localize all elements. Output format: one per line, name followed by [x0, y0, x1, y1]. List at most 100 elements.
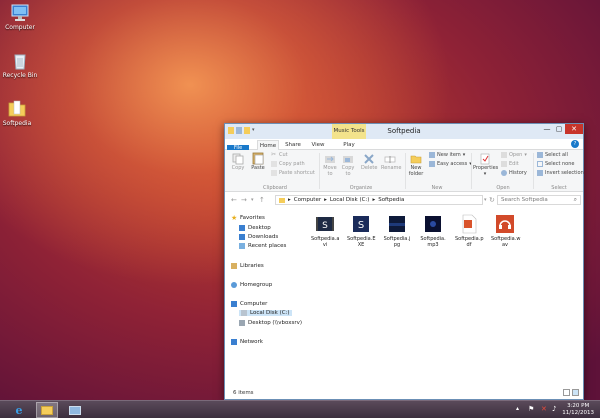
select-all-button[interactable]: Select all	[537, 152, 568, 158]
file-name-ext: mp3	[427, 242, 439, 248]
nav-libraries[interactable]: Libraries	[231, 263, 264, 269]
nav-homegroup[interactable]: Homegroup	[231, 282, 272, 288]
paste-button[interactable]: Paste	[249, 151, 267, 171]
group-clipboard: Clipboard	[263, 185, 287, 191]
cut-button[interactable]: ✂ Cut	[271, 152, 288, 159]
easy-access-icon	[429, 161, 435, 167]
back-arrow-icon[interactable]: ←	[231, 196, 237, 204]
file-item-pdf[interactable]: Softpedia.p df	[455, 214, 484, 248]
move-to-button[interactable]: Move to	[323, 153, 337, 177]
maximize-button[interactable]: ▢	[553, 124, 565, 134]
desktop-icon-recycle-bin[interactable]: Recycle Bin	[0, 52, 40, 79]
edit-label: Edit	[509, 161, 519, 167]
nav-favorites[interactable]: ★ Favorites	[231, 215, 265, 222]
chevron-down-icon[interactable]: ▾	[251, 197, 254, 203]
title-bar[interactable]: ▾ Music Tools Softpedia — ▢ ✕	[225, 124, 583, 139]
explorer-window: ▾ Music Tools Softpedia — ▢ ✕ File Home …	[224, 123, 584, 400]
nav-desktop[interactable]: Desktop	[239, 225, 271, 231]
delete-button[interactable]: Delete	[361, 153, 377, 171]
paste-shortcut-label: Paste shortcut	[279, 170, 315, 176]
breadcrumb-separator: ▸	[288, 197, 291, 203]
copy-path-icon	[271, 161, 277, 167]
file-item-avi[interactable]: S Softpedia.a vi	[311, 214, 339, 248]
open-button[interactable]: Open ▾	[501, 152, 527, 158]
up-arrow-icon[interactable]: ↑	[259, 196, 265, 204]
edit-button[interactable]: Edit	[501, 161, 519, 167]
file-item-exe[interactable]: S Softpedia.E XE	[347, 214, 376, 248]
network-icon[interactable]: ✕	[541, 405, 547, 413]
close-button[interactable]: ✕	[565, 124, 583, 134]
copy-to-button[interactable]: Copy to	[341, 153, 355, 177]
svg-text:S: S	[358, 220, 364, 231]
nav-label: Downloads	[248, 234, 279, 240]
nav-local-disk[interactable]: Local Disk (C:)	[239, 310, 292, 316]
forward-arrow-icon[interactable]: →	[241, 196, 247, 204]
desktop-icon-softpedia[interactable]: Softpedia	[0, 100, 37, 127]
breadcrumb-softpedia[interactable]: Softpedia	[378, 197, 404, 203]
select-all-icon	[537, 152, 543, 158]
history-button[interactable]: History	[501, 170, 527, 176]
cut-label: Cut	[279, 152, 288, 158]
breadcrumb-computer[interactable]: Computer	[294, 197, 321, 203]
details-view-icon[interactable]	[563, 389, 570, 396]
status-bar: 6 items	[225, 387, 583, 399]
select-none-label: Select none	[545, 161, 575, 167]
nav-downloads[interactable]: Downloads	[239, 234, 278, 240]
nav-recent-places[interactable]: Recent places	[239, 243, 286, 249]
nav-network-drive[interactable]: Desktop (\\vboxsrv)	[239, 320, 302, 326]
folder-icon	[8, 100, 26, 117]
breadcrumb-separator: ▸	[372, 197, 376, 203]
breadcrumb-local-disk[interactable]: Local Disk (C:)	[330, 197, 370, 203]
invert-selection-button[interactable]: Invert selection	[537, 170, 584, 176]
file-item-wav[interactable]: Softpedia.w av	[491, 214, 520, 248]
system-clock[interactable]: 3:20 PM 11/12/2013	[562, 403, 594, 417]
search-input[interactable]: Search Softpedia ⌕	[497, 195, 581, 205]
desktop-icon-label: Recycle Bin	[2, 72, 38, 79]
chevron-up-icon[interactable]: ▴	[516, 405, 519, 412]
file-item-mp3[interactable]: Softpedia. mp3	[419, 214, 447, 248]
taskbar-internet-explorer[interactable]: e	[8, 402, 30, 418]
desktop-icon-computer[interactable]: Computer	[0, 4, 40, 31]
nav-computer[interactable]: Computer	[231, 301, 267, 307]
taskbar-file-explorer[interactable]	[36, 402, 58, 418]
new-item-button[interactable]: New item ▾	[429, 152, 465, 158]
properties-button[interactable]: Properties ▾	[473, 153, 498, 177]
select-none-icon	[537, 161, 543, 167]
volume-icon[interactable]: ♪	[552, 405, 556, 413]
address-bar[interactable]: ▸ Computer ▸ Local Disk (C:) ▸ Softpedia	[275, 195, 483, 205]
large-icons-view-icon[interactable]	[572, 389, 579, 396]
minimize-button[interactable]: —	[541, 124, 553, 134]
refresh-icon[interactable]: ↻	[489, 196, 495, 204]
desktop-icon-label: Computer	[5, 24, 35, 31]
view-buttons	[563, 389, 579, 396]
tab-play[interactable]: Play	[339, 140, 359, 150]
ribbon: Copy Paste ✂ Cut Copy path Paste shortcut…	[225, 150, 584, 192]
easy-access-button[interactable]: Easy access▾	[429, 161, 472, 167]
history-icon	[501, 170, 507, 176]
help-icon[interactable]: ?	[571, 140, 579, 148]
edit-icon	[501, 161, 507, 167]
file-list: S Softpedia.a vi S Softpedia.E XE Softpedi…	[309, 208, 583, 387]
address-dropdown-icon[interactable]: ▾	[484, 197, 487, 203]
tab-view[interactable]: View	[309, 140, 327, 150]
new-folder-button[interactable]: New folder	[408, 153, 424, 177]
copy-path-button[interactable]: Copy path	[271, 161, 305, 167]
tab-home[interactable]: Home	[257, 140, 279, 150]
paste-shortcut-button[interactable]: Paste shortcut	[271, 170, 315, 176]
rename-icon	[384, 156, 396, 163]
taskbar-app[interactable]	[64, 402, 86, 418]
file-name-ext: av	[501, 242, 509, 248]
rename-button[interactable]: Rename	[381, 153, 402, 171]
select-none-button[interactable]: Select none	[537, 161, 575, 167]
delete-x-icon	[364, 154, 374, 164]
nav-network[interactable]: Network	[231, 339, 263, 345]
copy-button[interactable]: Copy	[231, 153, 245, 171]
computer-icon	[11, 4, 29, 21]
tab-share[interactable]: Share	[283, 140, 303, 150]
action-center-flag-icon[interactable]: ⚑	[528, 405, 534, 413]
nav-label: Homegroup	[240, 282, 273, 288]
libraries-icon	[231, 263, 237, 269]
open-icon	[501, 152, 507, 158]
video-file-icon: S	[316, 217, 334, 231]
file-item-jpg[interactable]: Softpedia.j pg	[383, 214, 411, 248]
